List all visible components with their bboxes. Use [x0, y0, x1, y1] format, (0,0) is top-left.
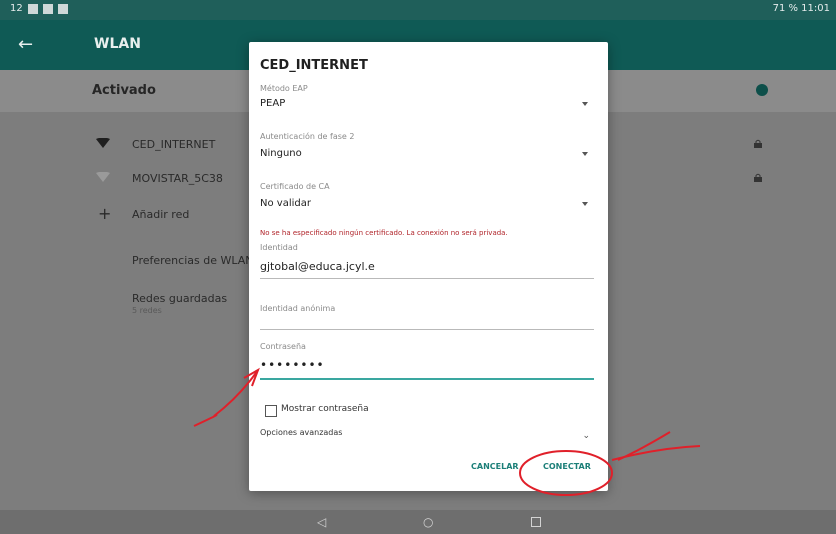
chevron-down-icon	[582, 152, 588, 156]
phase2-caption: Autenticación de fase 2	[260, 132, 355, 141]
network-name: MOVISTAR_5C38	[132, 172, 223, 185]
wlan-toggle[interactable]	[756, 84, 768, 96]
phase2-select[interactable]: Ninguno	[260, 144, 592, 166]
arrow-left-icon[interactable]: ←	[18, 34, 33, 55]
identity-value: gjtobal@educa.jcyl.e	[260, 260, 375, 273]
password-input[interactable]: ••••••••	[260, 356, 594, 380]
plus-icon: +	[98, 204, 112, 223]
wifi-connect-dialog: CED_INTERNET Método EAP PEAP Autenticaci…	[249, 42, 608, 491]
navigation-bar: ◁ ○	[0, 510, 836, 534]
nav-back-icon[interactable]: ◁	[317, 515, 326, 529]
add-network-label: Añadir red	[132, 208, 190, 221]
ca-cert-select[interactable]: No validar	[260, 194, 592, 216]
connect-button[interactable]: CONECTAR	[543, 462, 591, 471]
identity-caption: Identidad	[260, 243, 298, 252]
dialog-actions: CANCELAR CONECTAR	[249, 462, 608, 482]
ca-cert-value: No validar	[260, 198, 311, 209]
show-password-label: Mostrar contraseña	[281, 404, 369, 414]
lock-icon	[754, 173, 762, 182]
activated-label: Activado	[92, 83, 156, 98]
lock-icon	[754, 139, 762, 148]
status-right: 71 % 11:01	[773, 3, 830, 14]
advanced-options[interactable]: Opciones avanzadas ⌄	[260, 428, 594, 444]
status-time: 12	[10, 3, 23, 14]
page-title: WLAN	[94, 36, 141, 52]
password-value: ••••••••	[260, 358, 325, 372]
nav-recents-icon[interactable]	[531, 517, 541, 527]
saved-networks-label: Redes guardadas	[132, 292, 228, 305]
status-left: 12	[10, 3, 68, 14]
wifi-icon	[96, 138, 110, 148]
notification-icon	[27, 3, 38, 14]
ca-cert-caption: Certificado de CA	[260, 182, 330, 191]
nav-home-icon[interactable]: ○	[423, 515, 433, 529]
preferences-label: Preferencias de WLAN	[132, 254, 254, 267]
eap-method-select[interactable]: PEAP	[260, 94, 592, 116]
notification-icon	[42, 3, 53, 14]
status-right-text: 71 % 11:01	[772, 3, 830, 14]
advanced-options-label: Opciones avanzadas	[260, 428, 343, 437]
anon-identity-input[interactable]	[260, 306, 594, 330]
eap-method-value: PEAP	[260, 98, 286, 109]
show-password-checkbox[interactable]	[265, 405, 277, 417]
notification-icon	[57, 3, 68, 14]
identity-input[interactable]: gjtobal@educa.jcyl.e	[260, 256, 594, 279]
phase2-value: Ninguno	[260, 148, 302, 159]
android-screen: 12 71 % 11:01 ← WLAN Activado CED_INTERN…	[0, 0, 836, 534]
wifi-icon	[96, 172, 110, 182]
cancel-button[interactable]: CANCELAR	[471, 462, 519, 471]
certificate-warning: No se ha especificado ningún certificado…	[260, 229, 508, 237]
eap-method-caption: Método EAP	[260, 84, 308, 93]
password-caption: Contraseña	[260, 342, 306, 351]
chevron-down-icon: ⌄	[582, 431, 590, 441]
status-bar: 12 71 % 11:01	[0, 0, 836, 20]
dialog-title: CED_INTERNET	[260, 58, 368, 73]
chevron-down-icon	[582, 202, 588, 206]
network-name: CED_INTERNET	[132, 138, 216, 151]
saved-networks-count: 5 redes	[132, 306, 162, 315]
chevron-down-icon	[582, 102, 588, 106]
